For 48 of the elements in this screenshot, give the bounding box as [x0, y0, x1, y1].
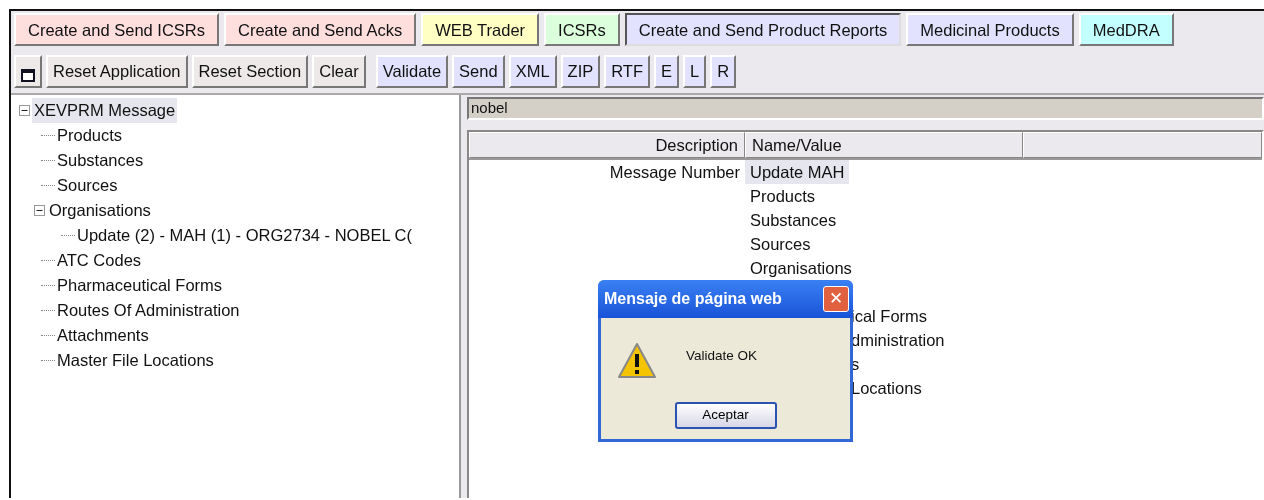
tab[interactable]: WEB Trader: [421, 13, 540, 46]
toolbar-button[interactable]: L: [683, 55, 707, 88]
tree-item[interactable]: XEVPRM Message: [32, 98, 178, 123]
tree-item[interactable]: Master File Locations: [55, 348, 216, 373]
tab[interactable]: MedDRA: [1078, 13, 1174, 46]
collapse-icon[interactable]: [34, 205, 45, 216]
value-cell-text: Locations: [851, 378, 923, 399]
toolbar-button[interactable]: Validate: [375, 55, 449, 88]
tab[interactable]: ICSRs: [544, 13, 620, 46]
tree-item[interactable]: Sources: [55, 173, 120, 198]
tree-item[interactable]: Products: [55, 123, 125, 148]
value-cell-text: Sources: [749, 234, 812, 255]
column-header[interactable]: Name/Value: [745, 132, 1023, 158]
dialog-message: Validate OK: [686, 346, 758, 365]
dialog-title: Mensaje de página web: [604, 289, 782, 309]
window-button[interactable]: [14, 55, 42, 88]
value-cell-text: dministration: [851, 330, 946, 351]
toolbar-button[interactable]: Reset Section: [191, 55, 309, 88]
toolbar-button[interactable]: RTF: [604, 55, 650, 88]
toolbar-button[interactable]: ZIP: [560, 55, 601, 88]
value-cell-text: Substances: [749, 210, 838, 231]
warning-icon: [617, 342, 657, 380]
tree-item[interactable]: Attachments: [55, 323, 151, 348]
toolbar-button[interactable]: R: [710, 55, 737, 88]
tree-item[interactable]: Routes Of Administration: [55, 298, 242, 323]
tree-item[interactable]: Substances: [55, 148, 146, 173]
tree-item[interactable]: ATC Codes: [55, 248, 144, 273]
description-cell-text: Message Number: [608, 162, 741, 183]
tab[interactable]: Medicinal Products: [906, 13, 1074, 46]
toolbar-button[interactable]: Send: [452, 55, 505, 88]
toolbar-button[interactable]: Reset Application: [46, 55, 188, 88]
tree-item[interactable]: Pharmaceutical Forms: [55, 273, 225, 298]
toolbar-button[interactable]: XML: [508, 55, 557, 88]
ok-button[interactable]: Aceptar: [674, 402, 777, 429]
column-header[interactable]: Description: [469, 132, 745, 158]
search-bar[interactable]: nobel: [467, 97, 1264, 120]
toolbar-button[interactable]: E: [654, 55, 680, 88]
value-cell: Update MAH: [745, 160, 850, 184]
toolbar-button[interactable]: Clear: [312, 55, 366, 88]
tab[interactable]: Create and Send Product Reports: [624, 13, 902, 46]
collapse-icon[interactable]: [19, 105, 30, 116]
tree-item[interactable]: Organisations: [47, 198, 153, 223]
value-cell-text: Products: [749, 186, 817, 207]
value-cell-text: Organisations: [749, 258, 853, 279]
tab[interactable]: Create and Send ICSRs: [14, 13, 219, 46]
tab[interactable]: Create and Send Acks: [224, 13, 417, 46]
tree-item[interactable]: Update (2) - MAH (1) - ORG2734 - NOBEL C(: [75, 223, 414, 248]
close-button[interactable]: ✕: [823, 286, 849, 312]
